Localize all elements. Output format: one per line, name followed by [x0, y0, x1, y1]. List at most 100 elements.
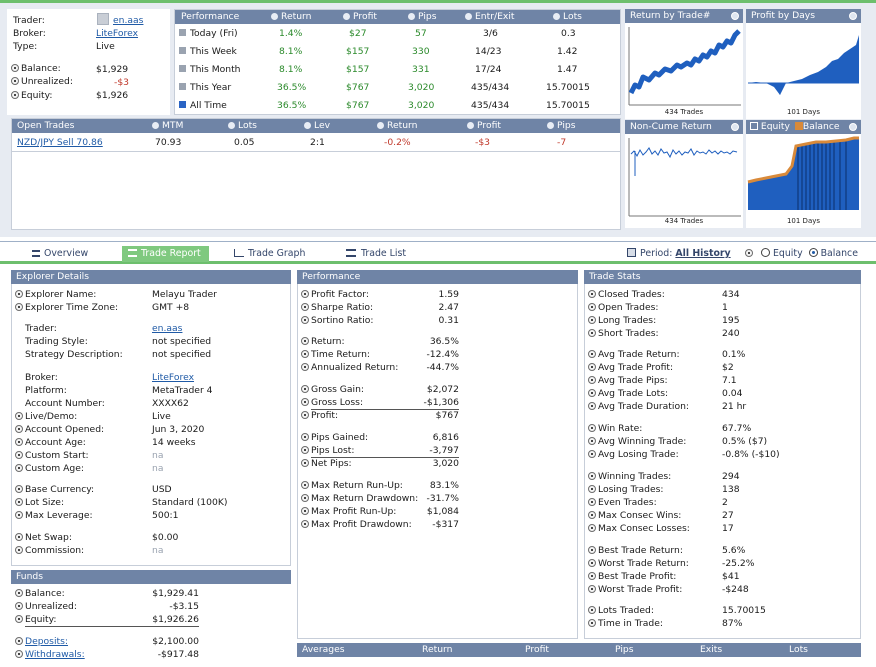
col-return[interactable]: Return: [281, 11, 312, 22]
info-icon[interactable]: [745, 249, 753, 257]
profit-area-plot: [748, 35, 859, 95]
sort-icon[interactable]: [465, 13, 472, 20]
col-profit[interactable]: Profit: [525, 644, 549, 655]
col-return[interactable]: Return: [422, 644, 453, 655]
checkbox-icon[interactable]: [179, 83, 186, 90]
label-text: Equity:: [25, 614, 57, 625]
info-icon[interactable]: [15, 589, 23, 597]
checkbox-icon[interactable]: [179, 101, 186, 108]
col-exits[interactable]: Exits: [700, 644, 722, 655]
return-cell: 36.5%: [277, 100, 307, 111]
detail-row-value: -$917.48: [157, 649, 199, 660]
balance-mode-toggle: Equity Balance: [745, 246, 858, 262]
expand-icon[interactable]: [849, 123, 857, 131]
col-profit[interactable]: Profit: [353, 11, 377, 22]
sort-icon[interactable]: [377, 122, 384, 129]
type-value: Live: [96, 41, 115, 52]
checkbox-icon[interactable]: [179, 47, 186, 54]
sort-icon[interactable]: [467, 122, 474, 129]
expand-icon[interactable]: [731, 123, 739, 131]
sort-icon[interactable]: [553, 13, 560, 20]
performance-summary-table: Performance Return Profit Pips Entr/Exit…: [174, 9, 621, 115]
expand-icon[interactable]: [849, 12, 857, 20]
return-by-trade-chart[interactable]: Return by Trade# 434 Trades: [625, 9, 743, 119]
trader-avatar[interactable]: [97, 13, 109, 28]
equity-balance-chart[interactable]: Equity Balance 101 Days: [746, 120, 861, 228]
info-icon[interactable]: [15, 650, 23, 658]
broker-link[interactable]: LiteForex: [96, 28, 138, 39]
col-averages[interactable]: Averages: [302, 643, 345, 657]
col-lev[interactable]: Lev: [314, 120, 330, 131]
chart-title: Non-Cume Return: [630, 121, 712, 132]
detail-row-value: $2,100.00: [152, 636, 199, 647]
tab-trade-report[interactable]: Trade Report: [122, 246, 209, 262]
report-icon: [128, 249, 137, 257]
label-text[interactable]: Deposits:: [25, 636, 68, 647]
col-pips[interactable]: Pips: [615, 644, 634, 655]
balance-checkbox[interactable]: [794, 122, 803, 130]
table-row[interactable]: Today (Fri) 1.4% $27 57 3/6 0.3: [175, 28, 622, 45]
sort-icon[interactable]: [343, 13, 350, 20]
non-cume-plot: [628, 138, 741, 217]
info-icon[interactable]: [15, 637, 23, 645]
lots-cell: 0.05: [234, 137, 255, 148]
equity-radio[interactable]: [760, 248, 770, 257]
pips-cell: 330: [412, 46, 430, 57]
label-text[interactable]: Withdrawals:: [25, 649, 85, 660]
col-lots[interactable]: Lots: [238, 120, 257, 131]
divider: [25, 626, 199, 627]
detail-row-label: Deposits:: [15, 636, 68, 647]
return-cell: -0.2%: [384, 137, 411, 148]
info-icon[interactable]: [11, 77, 19, 85]
summary-area: Trader: en.aas Broker: LiteForex Type: L…: [0, 0, 876, 237]
non-cume-return-chart[interactable]: Non-Cume Return 434 Trades: [625, 120, 743, 228]
col-pips[interactable]: Pips: [557, 120, 576, 131]
period-value[interactable]: All History: [675, 248, 730, 259]
entr-exit-cell: 17/24: [475, 64, 502, 75]
expand-icon[interactable]: [731, 12, 739, 20]
profit-by-days-chart[interactable]: Profit by Days 101 Days: [746, 9, 861, 119]
table-row[interactable]: This Year 36.5% $767 3,020 435/434 15.70…: [175, 82, 622, 99]
tab-trade-list[interactable]: Trade List: [346, 246, 406, 262]
tab-overview[interactable]: Overview: [32, 246, 88, 262]
sort-icon[interactable]: [547, 122, 554, 129]
table-row[interactable]: This Week 8.1% $157 330 14/23 1.42: [175, 46, 622, 63]
balance-radio[interactable]: [808, 248, 818, 257]
table-row[interactable]: This Month 8.1% $157 331 17/24 1.47: [175, 64, 622, 81]
period-cell: All Time: [190, 100, 227, 111]
col-lots[interactable]: Lots: [563, 11, 582, 22]
col-performance[interactable]: Performance: [181, 10, 239, 24]
return-cell: 8.1%: [279, 46, 303, 57]
account-panel: Trader: en.aas Broker: LiteForex Type: L…: [7, 9, 170, 115]
info-icon[interactable]: [15, 602, 23, 610]
checkbox-icon[interactable]: [179, 65, 186, 72]
info-icon[interactable]: [11, 64, 19, 72]
sort-icon[interactable]: [228, 122, 235, 129]
info-icon[interactable]: [11, 91, 19, 99]
sort-icon[interactable]: [304, 122, 311, 129]
detail-row-label: Withdrawals:: [15, 649, 85, 660]
col-entr-exit[interactable]: Entr/Exit: [475, 11, 515, 22]
info-icon[interactable]: [15, 615, 23, 623]
return-cell: 1.4%: [279, 28, 303, 39]
sort-icon[interactable]: [152, 122, 159, 129]
col-profit[interactable]: Profit: [477, 120, 501, 131]
col-mtm[interactable]: MTM: [162, 120, 183, 131]
period-selector[interactable]: Period: All History: [627, 246, 731, 262]
sort-icon[interactable]: [271, 13, 278, 20]
period-cell: This Week: [190, 46, 237, 57]
col-return[interactable]: Return: [387, 120, 418, 131]
checkbox-icon[interactable]: [179, 29, 186, 36]
performance-header: Performance: [297, 270, 578, 284]
col-pips[interactable]: Pips: [418, 11, 437, 22]
table-row[interactable]: NZD/JPY Sell 70.86 70.93 0.05 2:1 -0.2% …: [12, 136, 620, 152]
col-open-trades[interactable]: Open Trades: [17, 119, 74, 133]
sort-icon[interactable]: [408, 13, 415, 20]
balance-value: $1,929: [96, 64, 129, 75]
equity-checkbox[interactable]: [750, 122, 758, 130]
open-trade-link[interactable]: NZD/JPY Sell 70.86: [17, 137, 103, 148]
table-row[interactable]: All Time 36.5% $767 3,020 435/434 15.700…: [175, 100, 622, 117]
trader-link[interactable]: en.aas: [113, 15, 143, 26]
tab-trade-graph[interactable]: Trade Graph: [234, 246, 305, 262]
col-lots[interactable]: Lots: [789, 644, 808, 655]
